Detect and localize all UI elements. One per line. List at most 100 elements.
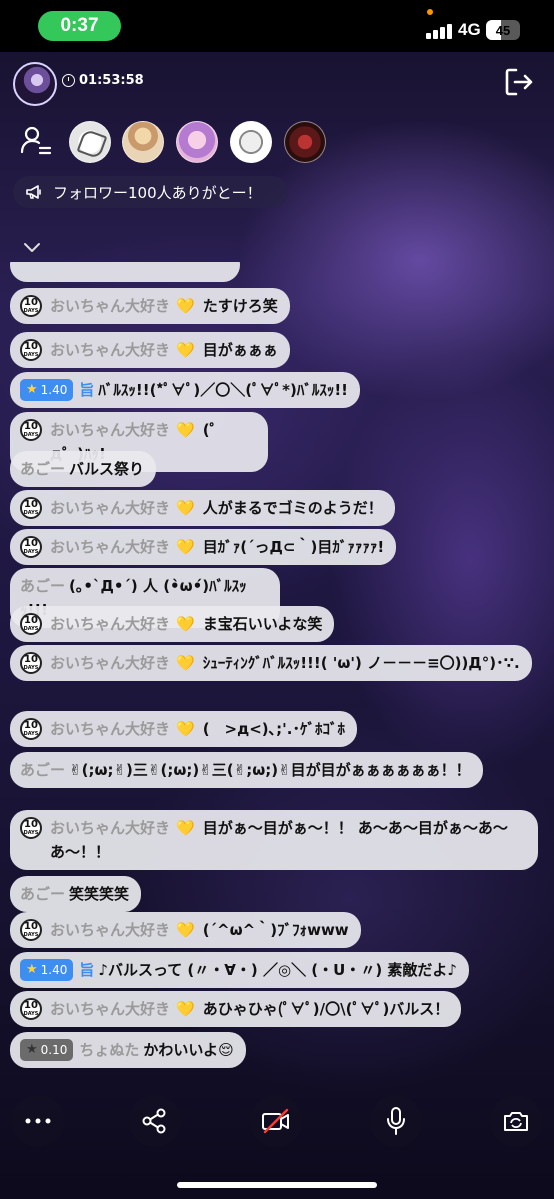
chat-text: ｼｭｰﾃｨﾝｸﾞﾊﾞﾙｽｯ!!!( 'ω') ノ－－－≡〇))Д°)･∵.: [202, 654, 520, 672]
chat-username[interactable]: おいちゃん大好き: [50, 720, 170, 738]
privacy-indicator: [427, 9, 433, 15]
chat-message[interactable]: 10 DAYS おいちゃん大好き 💛 (´^ω^｀)ﾌﾞﾌｫwww: [10, 912, 361, 948]
badge-label: DAYS: [23, 731, 39, 737]
announcement-text: フォロワー100人ありがとー！: [53, 183, 262, 202]
chat-message[interactable]: 10 DAYS おいちゃん大好き 💛 目がぁ〜目がぁ〜！！ あ〜あ〜目がぁ〜あ〜あ〜！！: [10, 810, 538, 870]
network-type: 4G: [458, 20, 481, 39]
chat-message[interactable]: あごー 笑笑笑笑: [10, 876, 142, 912]
mic-button[interactable]: [370, 1095, 422, 1147]
announcement-banner[interactable]: フォロワー100人ありがとー！: [13, 176, 288, 208]
viewer-avatar[interactable]: [230, 121, 272, 163]
chat-message[interactable]: あごー ✌(;ω;✌)三✌(;ω;)✌三(✌;ω;)✌目が目がぁぁぁぁぁぁ！！: [10, 752, 483, 788]
viewer-list-icon[interactable]: [19, 124, 53, 158]
chat-text: たすけろ笑: [202, 297, 278, 315]
chat-username[interactable]: おいちゃん大好き: [50, 538, 170, 556]
heart-icon: 💛: [176, 615, 195, 633]
chat-message-cutoff: [10, 262, 240, 282]
chat-message[interactable]: あごー バルス祭り: [10, 451, 157, 487]
chat-list[interactable]: 10 DAYS おいちゃん大好き 💛 たすけろ笑 10 DAYS おいちゃん大好き 💛 目がぁぁぁ…: [0, 262, 554, 1072]
chat-text: ﾊﾞﾙｽｯ!!(*ﾟ∀ﾟ)／〇＼(ﾟ∀ﾟ*)ﾊﾞﾙｽｯ!!: [98, 381, 349, 399]
badge-number: 10: [24, 720, 38, 731]
camera-off-button[interactable]: [250, 1095, 302, 1147]
chat-username[interactable]: あごー: [20, 460, 65, 478]
badge-number: 10: [24, 499, 38, 510]
chevron-down-icon[interactable]: [22, 240, 42, 254]
chat-message[interactable]: 10 DAYS おいちゃん大好き 💛 あひゃひゃ(ﾟ∀ﾟ)/〇\(ﾟ∀ﾟ)バルス！: [10, 991, 462, 1027]
badge-label: DAYS: [23, 830, 39, 836]
heart-icon: 💛: [176, 499, 195, 517]
chat-text: ♪バルスって (〃・∀・) ／◎＼ (・U・〃) 素敵だよ♪: [98, 961, 457, 979]
chat-message[interactable]: 10 DAYS おいちゃん大好き 💛 ( >д<)､;'.･ｹﾞﾎｺﾞﾎ: [10, 711, 357, 747]
host-avatar[interactable]: [13, 62, 57, 106]
signal-icon: [426, 23, 452, 39]
chat-message[interactable]: 10 DAYS おいちゃん大好き 💛 たすけろ笑: [10, 288, 290, 324]
days-badge-icon: 10 DAYS: [20, 998, 42, 1020]
badge-number: 10: [24, 538, 38, 549]
chat-text: 笑笑笑笑: [69, 885, 130, 903]
status-bar: 0:37 4G 45: [0, 0, 554, 52]
chat-message[interactable]: ★ 1.40 旨ﾊﾞﾙｽｯ!!(*ﾟ∀ﾟ)／〇＼(ﾟ∀ﾟ*)ﾊﾞﾙｽｯ!!: [10, 372, 361, 408]
battery-percent: 45: [495, 22, 511, 38]
chat-message[interactable]: 10 DAYS おいちゃん大好き 💛 ｼｭｰﾃｨﾝｸﾞﾊﾞﾙｽｯ!!!( 'ω') ノ－…: [10, 645, 532, 681]
chat-username[interactable]: おいちゃん大好き: [50, 1000, 170, 1018]
days-badge-icon: 10 DAYS: [20, 536, 42, 558]
badge-label: DAYS: [23, 549, 39, 555]
rank-value: 1.40: [40, 963, 68, 977]
days-badge-icon: 10 DAYS: [20, 613, 42, 635]
badge-number: 10: [24, 421, 38, 432]
chat-message[interactable]: 10 DAYS おいちゃん大好き 💛 人がまるでゴミのようだ！: [10, 490, 395, 526]
rank-badge: ★ 0.10: [20, 1039, 74, 1061]
chat-text: (´^ω^｀)ﾌﾞﾌｫwww: [202, 921, 349, 939]
more-button[interactable]: [12, 1095, 64, 1147]
chat-username[interactable]: あごー: [20, 577, 65, 595]
rank-value: 0.10: [40, 1043, 68, 1057]
days-badge-icon: 10 DAYS: [20, 919, 42, 941]
viewer-avatar[interactable]: [122, 121, 164, 163]
chat-username[interactable]: おいちゃん大好き: [50, 421, 170, 439]
chat-username[interactable]: おいちゃん大好き: [50, 615, 170, 633]
chat-message[interactable]: ★ 1.40 旨 ♪バルスって (〃・∀・) ／◎＼ (・U・〃) 素敵だよ♪: [10, 952, 469, 988]
viewer-avatar[interactable]: [284, 121, 326, 163]
chat-username[interactable]: おいちゃん大好き: [50, 654, 170, 672]
chat-text: 目がぁぁぁ: [202, 341, 278, 359]
chat-message[interactable]: 10 DAYS おいちゃん大好き 💛 目がぁぁぁ: [10, 332, 290, 368]
chat-username[interactable]: ちょぬた: [79, 1041, 139, 1059]
chat-username[interactable]: おいちゃん大好き: [50, 341, 170, 359]
camera-flip-button[interactable]: [490, 1095, 542, 1147]
days-badge-icon: 10 DAYS: [20, 817, 42, 839]
chat-text: 目ｶﾞｧ(´っД⊂｀)目ｶﾞｧｧｧｧ!: [202, 538, 385, 556]
chat-username[interactable]: あごー: [20, 885, 65, 903]
heart-icon: 💛: [176, 421, 195, 439]
heart-icon: 💛: [176, 921, 195, 939]
viewer-avatar[interactable]: [176, 121, 218, 163]
star-icon: ★: [26, 962, 38, 977]
clock-icon: [62, 74, 75, 87]
chat-username[interactable]: おいちゃん大好き: [50, 499, 170, 517]
chat-username[interactable]: おいちゃん大好き: [50, 819, 170, 837]
chat-message[interactable]: ★ 0.10 ちょぬた かわいいよ😌: [10, 1032, 246, 1068]
badge-label: DAYS: [23, 510, 39, 516]
camera-off-icon: [262, 1108, 289, 1134]
exit-icon[interactable]: [503, 66, 535, 98]
share-button[interactable]: [129, 1095, 181, 1147]
days-badge-icon: 10 DAYS: [20, 419, 42, 441]
chat-text: あひゃひゃ(ﾟ∀ﾟ)/〇\(ﾟ∀ﾟ)バルス！: [202, 1000, 450, 1018]
badge-number: 10: [24, 921, 38, 932]
tasty-mark: 旨: [79, 961, 95, 979]
rank-value: 1.40: [40, 383, 68, 397]
badge-label: DAYS: [23, 1011, 39, 1017]
stream-timer: 01:53:58: [62, 73, 144, 88]
chat-username[interactable]: おいちゃん大好き: [50, 921, 170, 939]
battery-icon: 45: [486, 20, 520, 40]
heart-icon: 💛: [176, 341, 195, 359]
status-time: 0:37: [38, 11, 121, 41]
badge-label: DAYS: [23, 308, 39, 314]
viewer-avatar[interactable]: [69, 121, 111, 163]
chat-username[interactable]: おいちゃん大好き: [50, 297, 170, 315]
days-badge-icon: 10 DAYS: [20, 339, 42, 361]
chat-message[interactable]: 10 DAYS おいちゃん大好き 💛 目ｶﾞｧ(´っД⊂｀)目ｶﾞｧｧｧｧ!: [10, 529, 397, 565]
badge-number: 10: [24, 819, 38, 830]
chat-username[interactable]: あごー: [20, 761, 65, 779]
heart-icon: 💛: [176, 720, 195, 738]
chat-message[interactable]: 10 DAYS おいちゃん大好き 💛 ま宝石いいよな笑: [10, 606, 335, 642]
